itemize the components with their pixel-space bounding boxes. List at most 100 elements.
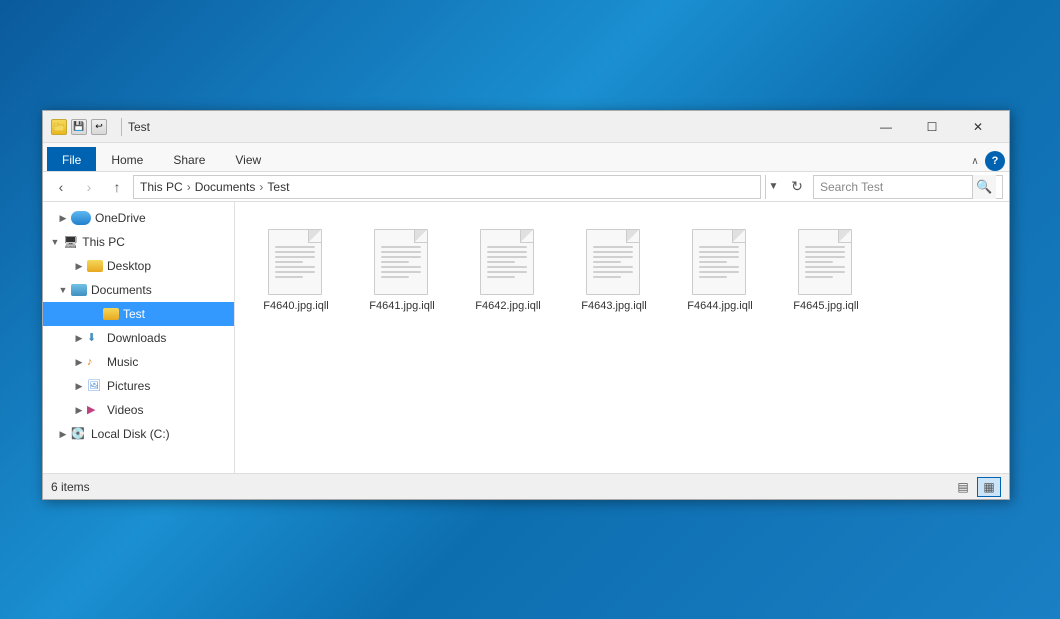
ribbon-tab-row: File Home Share View ∧ ?: [43, 143, 1009, 171]
tiles-view-button[interactable]: ▦: [977, 477, 1001, 497]
doc-line: [699, 246, 739, 248]
expand-icon-documents: ▼: [55, 285, 71, 295]
sidebar-label-pictures: Pictures: [107, 379, 150, 393]
onedrive-icon: [71, 211, 91, 225]
quick-access-toolbar: 💾 ↩: [51, 119, 107, 135]
sidebar-item-thispc[interactable]: ▼ 🖥 This PC: [43, 230, 234, 254]
sidebar-item-documents[interactable]: ▼ Documents: [43, 278, 234, 302]
item-count: 6 items: [51, 480, 951, 494]
sidebar-label-localdisk: Local Disk (C:): [91, 427, 170, 441]
doc-line: [699, 261, 727, 263]
file-name-3: F4643.jpg.iqll: [581, 299, 646, 313]
doc-page-0: [268, 229, 322, 295]
sidebar-item-desktop[interactable]: ▶ Desktop: [43, 254, 234, 278]
tab-file[interactable]: File: [47, 147, 96, 171]
doc-line: [593, 261, 621, 263]
address-bar: ‹ › ↑ This PC › Documents › Test ▼ ↻ Sea…: [43, 172, 1009, 202]
ribbon-expand-icon[interactable]: ∧: [965, 151, 985, 171]
refresh-button[interactable]: ↻: [785, 175, 809, 199]
doc-line: [381, 261, 409, 263]
file-item-5[interactable]: F4645.jpg.iqll: [781, 218, 871, 318]
sidebar-item-videos[interactable]: ▶ ▶ Videos: [43, 398, 234, 422]
address-dropdown-arrow[interactable]: ▼: [765, 175, 781, 199]
window-controls: — ☐ ✕: [863, 111, 1001, 143]
file-name-4: F4644.jpg.iqll: [687, 299, 752, 313]
doc-line: [487, 276, 515, 278]
restore-button[interactable]: ☐: [909, 111, 955, 143]
doc-line: [381, 266, 421, 268]
back-button[interactable]: ‹: [49, 175, 73, 199]
doc-line: [275, 261, 303, 263]
search-placeholder: Search Test: [820, 180, 972, 194]
expand-icon-downloads: ▶: [71, 333, 87, 344]
doc-line: [593, 256, 633, 258]
sidebar-item-downloads[interactable]: ▶ ⬇ Downloads: [43, 326, 234, 350]
doc-line: [487, 266, 527, 268]
tab-home[interactable]: Home: [96, 147, 158, 171]
breadcrumb-thispc[interactable]: This PC: [140, 180, 183, 194]
close-button[interactable]: ✕: [955, 111, 1001, 143]
expand-icon-thispc: ▼: [47, 237, 63, 247]
minimize-button[interactable]: —: [863, 111, 909, 143]
doc-line: [487, 261, 515, 263]
doc-lines-3: [593, 246, 633, 278]
file-item-0[interactable]: F4640.jpg.iqll: [251, 218, 341, 318]
undo-quick-btn[interactable]: ↩: [91, 119, 107, 135]
file-icon-3: [582, 223, 646, 295]
doc-line: [487, 256, 527, 258]
doc-page-5: [798, 229, 852, 295]
music-icon: ♪: [87, 356, 103, 368]
sidebar-item-onedrive[interactable]: ▶ OneDrive: [43, 206, 234, 230]
content-area: F4640.jpg.iqll F4641.jpg.iqll F4642.jpg.…: [235, 202, 1009, 473]
tab-view[interactable]: View: [220, 147, 276, 171]
forward-button[interactable]: ›: [77, 175, 101, 199]
sidebar-item-music[interactable]: ▶ ♪ Music: [43, 350, 234, 374]
doc-line: [381, 251, 421, 253]
breadcrumb-sep1: ›: [187, 180, 191, 194]
doc-line: [699, 256, 739, 258]
doc-line: [487, 271, 527, 273]
doc-line: [699, 271, 739, 273]
search-box[interactable]: Search Test 🔍: [813, 175, 1003, 199]
doc-lines-2: [487, 246, 527, 278]
expand-icon-desktop: ▶: [71, 261, 87, 272]
doc-line: [593, 251, 633, 253]
sidebar-item-pictures[interactable]: ▶ 🖼 Pictures: [43, 374, 234, 398]
downloads-icon: ⬇: [87, 332, 103, 344]
doc-line: [275, 246, 315, 248]
sidebar-label-documents: Documents: [91, 283, 152, 297]
file-icon-2: [476, 223, 540, 295]
help-button[interactable]: ?: [985, 151, 1005, 171]
tab-share[interactable]: Share: [158, 147, 220, 171]
sidebar: ▶ OneDrive ▼ 🖥 This PC ▶ Desktop ▼ Docum…: [43, 202, 235, 473]
details-view-button[interactable]: ▤: [951, 477, 975, 497]
address-path[interactable]: This PC › Documents › Test: [133, 175, 761, 199]
save-quick-btn[interactable]: 💾: [71, 119, 87, 135]
expand-icon-music: ▶: [71, 357, 87, 368]
doc-line: [381, 246, 421, 248]
sidebar-item-localdisk[interactable]: ▶ 💽 Local Disk (C:): [43, 422, 234, 446]
file-item-3[interactable]: F4643.jpg.iqll: [569, 218, 659, 318]
file-item-1[interactable]: F4641.jpg.iqll: [357, 218, 447, 318]
window-title: Test: [128, 120, 863, 134]
doc-line: [805, 276, 833, 278]
breadcrumb-documents[interactable]: Documents: [195, 180, 256, 194]
doc-page-1: [374, 229, 428, 295]
doc-line: [593, 266, 633, 268]
doc-line: [275, 251, 315, 253]
up-button[interactable]: ↑: [105, 175, 129, 199]
sidebar-item-test[interactable]: Test: [43, 302, 234, 326]
sidebar-label-music: Music: [107, 355, 138, 369]
doc-line: [593, 271, 633, 273]
doc-line: [381, 256, 421, 258]
file-item-2[interactable]: F4642.jpg.iqll: [463, 218, 553, 318]
folder-icon-quick[interactable]: [51, 119, 67, 135]
test-folder-icon: [103, 308, 119, 320]
ribbon: File Home Share View ∧ ?: [43, 143, 1009, 172]
file-item-4[interactable]: F4644.jpg.iqll: [675, 218, 765, 318]
search-button[interactable]: 🔍: [972, 175, 996, 199]
doc-line: [275, 271, 315, 273]
doc-page-4: [692, 229, 746, 295]
breadcrumb-test[interactable]: Test: [267, 180, 289, 194]
sidebar-label-desktop: Desktop: [107, 259, 151, 273]
